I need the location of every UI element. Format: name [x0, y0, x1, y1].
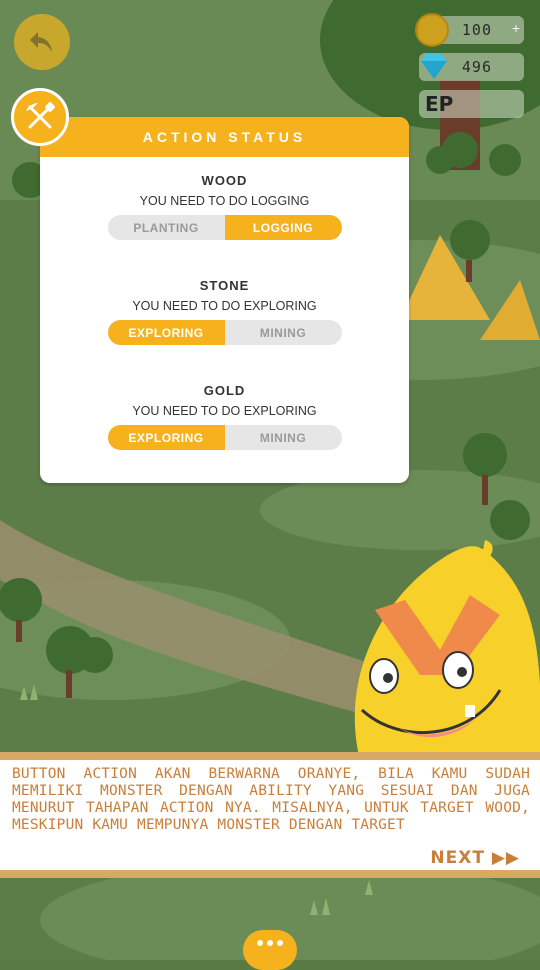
resource-hint: YOU NEED TO DO EXPLORING [132, 299, 317, 313]
shovel-pickaxe-icon [26, 102, 55, 129]
ep-label: EP [425, 92, 454, 116]
gem-counter: 496 [419, 53, 524, 81]
panel-title: ACTION STATUS [40, 117, 409, 157]
coin-icon [415, 13, 449, 47]
exploring-button[interactable]: EXPLORING [107, 320, 225, 345]
resource-hint: YOU NEED TO DO EXPLORING [132, 404, 317, 418]
resource-gold: GOLD YOU NEED TO DO EXPLORING EXPLORING … [40, 383, 409, 450]
gem-value: 496 [461, 58, 492, 76]
dot-icon [257, 940, 263, 946]
diamond-icon [421, 53, 447, 79]
action-status-panel: ACTION STATUS WOOD YOU NEED TO DO LOGGIN… [40, 117, 409, 483]
planting-button[interactable]: PLANTING [108, 215, 225, 240]
action-toggle: EXPLORING MINING [107, 320, 342, 345]
next-button[interactable]: NEXT ▶▶ [430, 848, 520, 868]
mining-button[interactable]: MINING [225, 320, 342, 345]
dialog-text: BUTTON ACTION AKAN BERWARNA ORANYE, BILA… [12, 766, 530, 833]
resource-wood: WOOD YOU NEED TO DO LOGGING PLANTING LOG… [40, 173, 409, 240]
resource-hint: YOU NEED TO DO LOGGING [139, 194, 310, 208]
resource-name: STONE [199, 278, 250, 293]
action-toggle: PLANTING LOGGING [107, 215, 342, 240]
resource-name: GOLD [203, 383, 246, 398]
plus-icon[interactable]: + [512, 20, 520, 36]
dot-icon [267, 940, 273, 946]
logging-button[interactable]: LOGGING [224, 215, 342, 240]
coin-counter: 100 + [415, 13, 524, 47]
resource-name: WOOD [201, 173, 248, 188]
more-menu-button[interactable] [243, 930, 297, 970]
shovel-pickaxe-badge [11, 88, 69, 146]
dot-icon [277, 940, 283, 946]
back-button[interactable] [14, 14, 70, 70]
tutorial-dialog: BUTTON ACTION AKAN BERWARNA ORANYE, BILA… [0, 760, 540, 870]
coin-value: 100 [461, 21, 492, 39]
mining-button[interactable]: MINING [225, 425, 342, 450]
exploring-button[interactable]: EXPLORING [107, 425, 225, 450]
action-toggle: EXPLORING MINING [107, 425, 342, 450]
dialog-border [0, 870, 540, 878]
dialog-border [0, 752, 540, 760]
back-arrow-icon [30, 32, 52, 52]
ep-counter: EP [419, 90, 524, 118]
resource-stone: STONE YOU NEED TO DO EXPLORING EXPLORING… [40, 278, 409, 345]
